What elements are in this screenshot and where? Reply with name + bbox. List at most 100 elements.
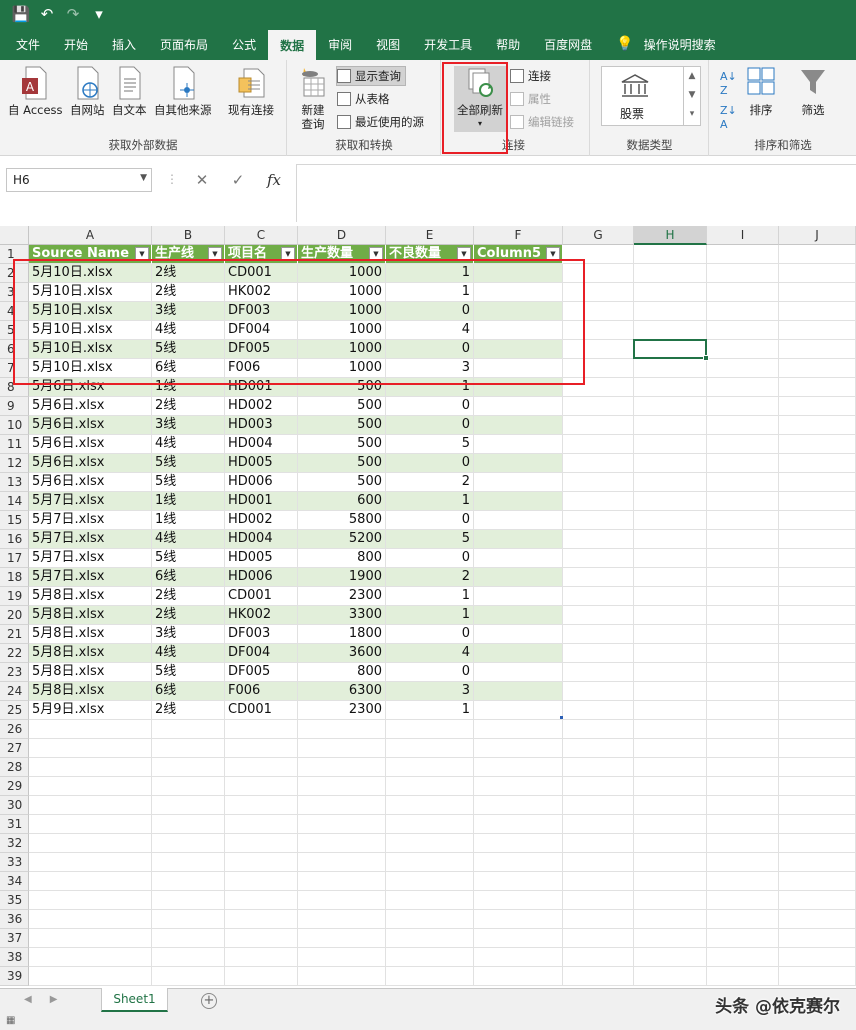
grid-cell[interactable] [779,587,856,606]
sort-button[interactable]: 排序 [746,66,776,117]
grid-cell[interactable] [386,967,474,986]
show-queries-button[interactable]: 显示查询 [336,66,406,86]
grid-cell[interactable] [634,397,707,416]
table-cell[interactable]: 3600 [298,644,386,663]
table-cell[interactable]: 6线 [152,568,225,587]
grid-cell[interactable] [29,872,152,891]
grid-cell[interactable] [707,891,779,910]
grid-cell[interactable] [634,891,707,910]
table-cell[interactable]: 5线 [152,663,225,682]
table-cell[interactable] [474,511,563,530]
table-cell[interactable]: 0 [386,397,474,416]
customize-qat-icon[interactable]: ▾ [86,2,112,26]
grid-cell[interactable] [779,397,856,416]
fill-handle[interactable] [703,355,709,361]
table-cell[interactable]: DF003 [225,625,298,644]
grid-cell[interactable] [707,245,779,264]
existing-connections-button[interactable]: 现有连接 [228,66,274,117]
grid-cell[interactable] [563,967,634,986]
grid-cell[interactable] [29,739,152,758]
grid-cell[interactable] [707,834,779,853]
properties-button[interactable]: 属性 [510,89,551,109]
row-header[interactable]: 27 [0,739,29,758]
table-cell[interactable]: 800 [298,549,386,568]
grid-cell[interactable] [779,891,856,910]
grid-cell[interactable] [298,853,386,872]
grid-cell[interactable] [152,758,225,777]
table-cell[interactable]: 1线 [152,511,225,530]
grid-cell[interactable] [386,739,474,758]
grid-cell[interactable] [634,872,707,891]
table-cell[interactable]: 0 [386,454,474,473]
grid-cell[interactable] [563,872,634,891]
grid-cell[interactable] [707,397,779,416]
grid-cell[interactable] [779,777,856,796]
grid-cell[interactable] [298,929,386,948]
grid-cell[interactable] [634,549,707,568]
tab-3[interactable]: 页面布局 [148,28,220,60]
grid-cell[interactable] [707,283,779,302]
name-box-dropdown-icon[interactable]: ▼ [140,173,147,183]
table-cell[interactable]: 5月8日.xlsx [29,625,152,644]
grid-cell[interactable] [474,872,563,891]
grid-cell[interactable] [298,948,386,967]
grid-cell[interactable] [563,587,634,606]
grid-cell[interactable] [634,758,707,777]
grid-cell[interactable] [707,416,779,435]
table-cell[interactable] [474,454,563,473]
grid-cell[interactable] [634,929,707,948]
grid-cell[interactable] [225,967,298,986]
table-cell[interactable]: 500 [298,416,386,435]
grid-cell[interactable] [634,245,707,264]
row-header[interactable]: 32 [0,834,29,853]
table-cell[interactable]: 500 [298,435,386,454]
grid-cell[interactable] [152,853,225,872]
grid-cell[interactable] [707,587,779,606]
table-cell[interactable]: 5月6日.xlsx [29,416,152,435]
table-cell[interactable]: HD004 [225,530,298,549]
new-query-button[interactable]: 新建 查询 [298,66,328,131]
grid-cell[interactable] [225,853,298,872]
row-header[interactable]: 19 [0,587,29,606]
grid-cell[interactable] [152,720,225,739]
grid-cell[interactable] [634,511,707,530]
grid-cell[interactable] [707,929,779,948]
column-header-D[interactable]: D [298,226,386,245]
grid-cell[interactable] [707,644,779,663]
grid-cell[interactable] [225,739,298,758]
column-header-I[interactable]: I [707,226,779,245]
from-access-button[interactable]: A 自 Access [8,66,63,117]
grid-cell[interactable] [29,758,152,777]
table-cell[interactable]: HD001 [225,492,298,511]
grid-cell[interactable] [563,606,634,625]
from-text-button[interactable]: 自文本 [112,66,147,117]
table-cell[interactable]: 2线 [152,606,225,625]
grid-cell[interactable] [225,834,298,853]
grid-cell[interactable] [29,853,152,872]
row-header[interactable]: 34 [0,872,29,891]
grid-cell[interactable] [29,815,152,834]
grid-cell[interactable] [474,739,563,758]
grid-cell[interactable] [298,739,386,758]
from-other-sources-button[interactable]: 自其他来源 [154,66,212,117]
tab-1[interactable]: 开始 [52,28,100,60]
grid-cell[interactable] [563,435,634,454]
grid-cell[interactable] [779,378,856,397]
table-cell[interactable]: 4线 [152,530,225,549]
table-cell[interactable]: HD006 [225,568,298,587]
grid-cell[interactable] [225,758,298,777]
grid-cell[interactable] [707,606,779,625]
grid-cell[interactable] [563,416,634,435]
grid-cell[interactable] [634,492,707,511]
table-cell[interactable]: 5月8日.xlsx [29,663,152,682]
column-header-B[interactable]: B [152,226,225,245]
grid-cell[interactable] [563,796,634,815]
grid-cell[interactable] [634,606,707,625]
table-cell[interactable]: 1 [386,587,474,606]
grid-cell[interactable] [225,872,298,891]
edit-links-button[interactable]: 编辑链接 [510,112,574,132]
row-header[interactable]: 24 [0,682,29,701]
table-cell[interactable]: F006 [225,682,298,701]
tab-0[interactable]: 文件 [4,28,52,60]
grid-cell[interactable] [563,929,634,948]
